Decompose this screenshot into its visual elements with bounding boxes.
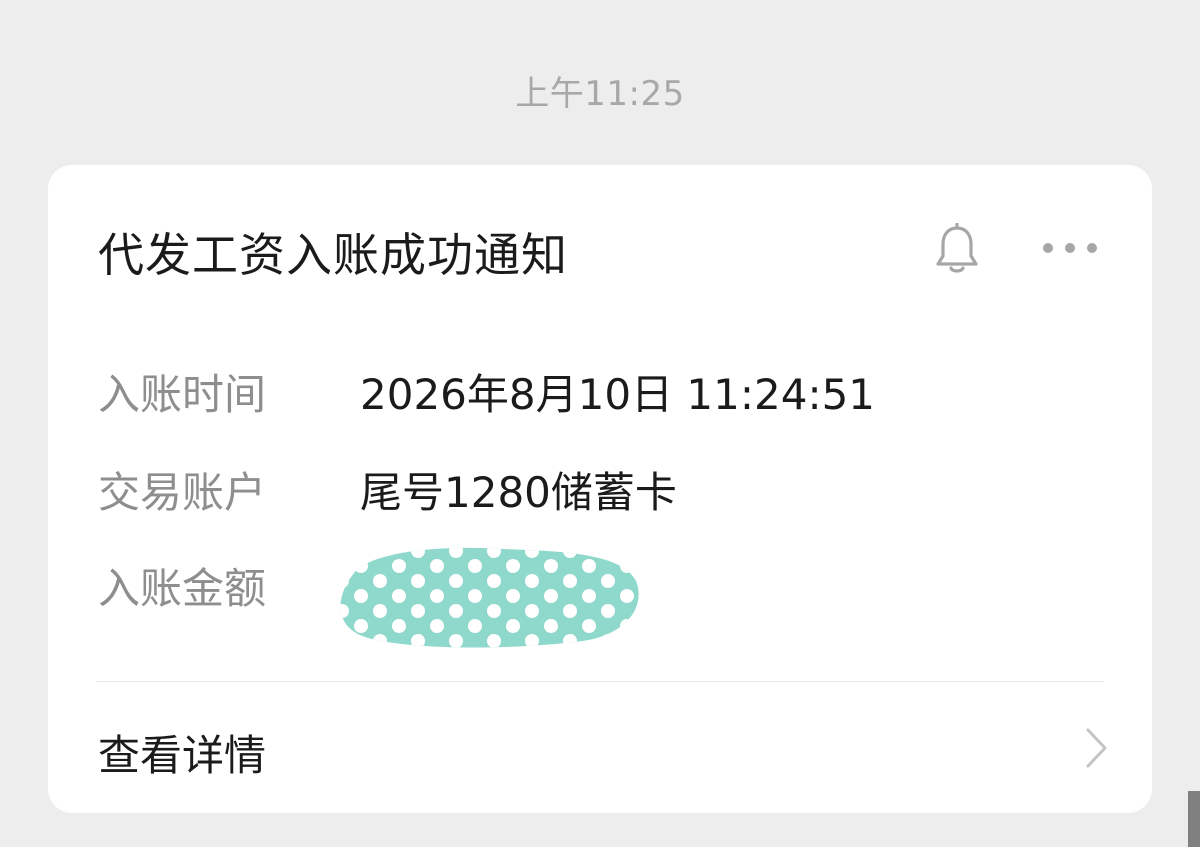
- bell-icon[interactable]: [934, 223, 980, 275]
- message-timestamp: 上午11:25: [515, 74, 685, 114]
- chevron-right-icon[interactable]: [1084, 726, 1110, 770]
- account-value: 尾号1280储蓄卡: [360, 468, 677, 517]
- redaction-mask: [340, 547, 639, 648]
- amount-label: 入账金额: [98, 564, 267, 613]
- notification-title: 代发工资入账成功通知: [98, 228, 568, 282]
- notification-card[interactable]: 代发工资入账成功通知 入账时间 2026年8月10日 11:24:51 交易账户…: [48, 165, 1152, 813]
- more-icon[interactable]: [1038, 225, 1102, 271]
- view-details-link[interactable]: 查看详情: [98, 722, 266, 783]
- account-label: 交易账户: [98, 468, 267, 517]
- scrollbar-thumb[interactable]: [1188, 791, 1200, 847]
- deposit-time-label: 入账时间: [98, 370, 267, 419]
- deposit-time-value: 2026年8月10日 11:24:51: [360, 370, 876, 419]
- card-divider: [96, 681, 1104, 682]
